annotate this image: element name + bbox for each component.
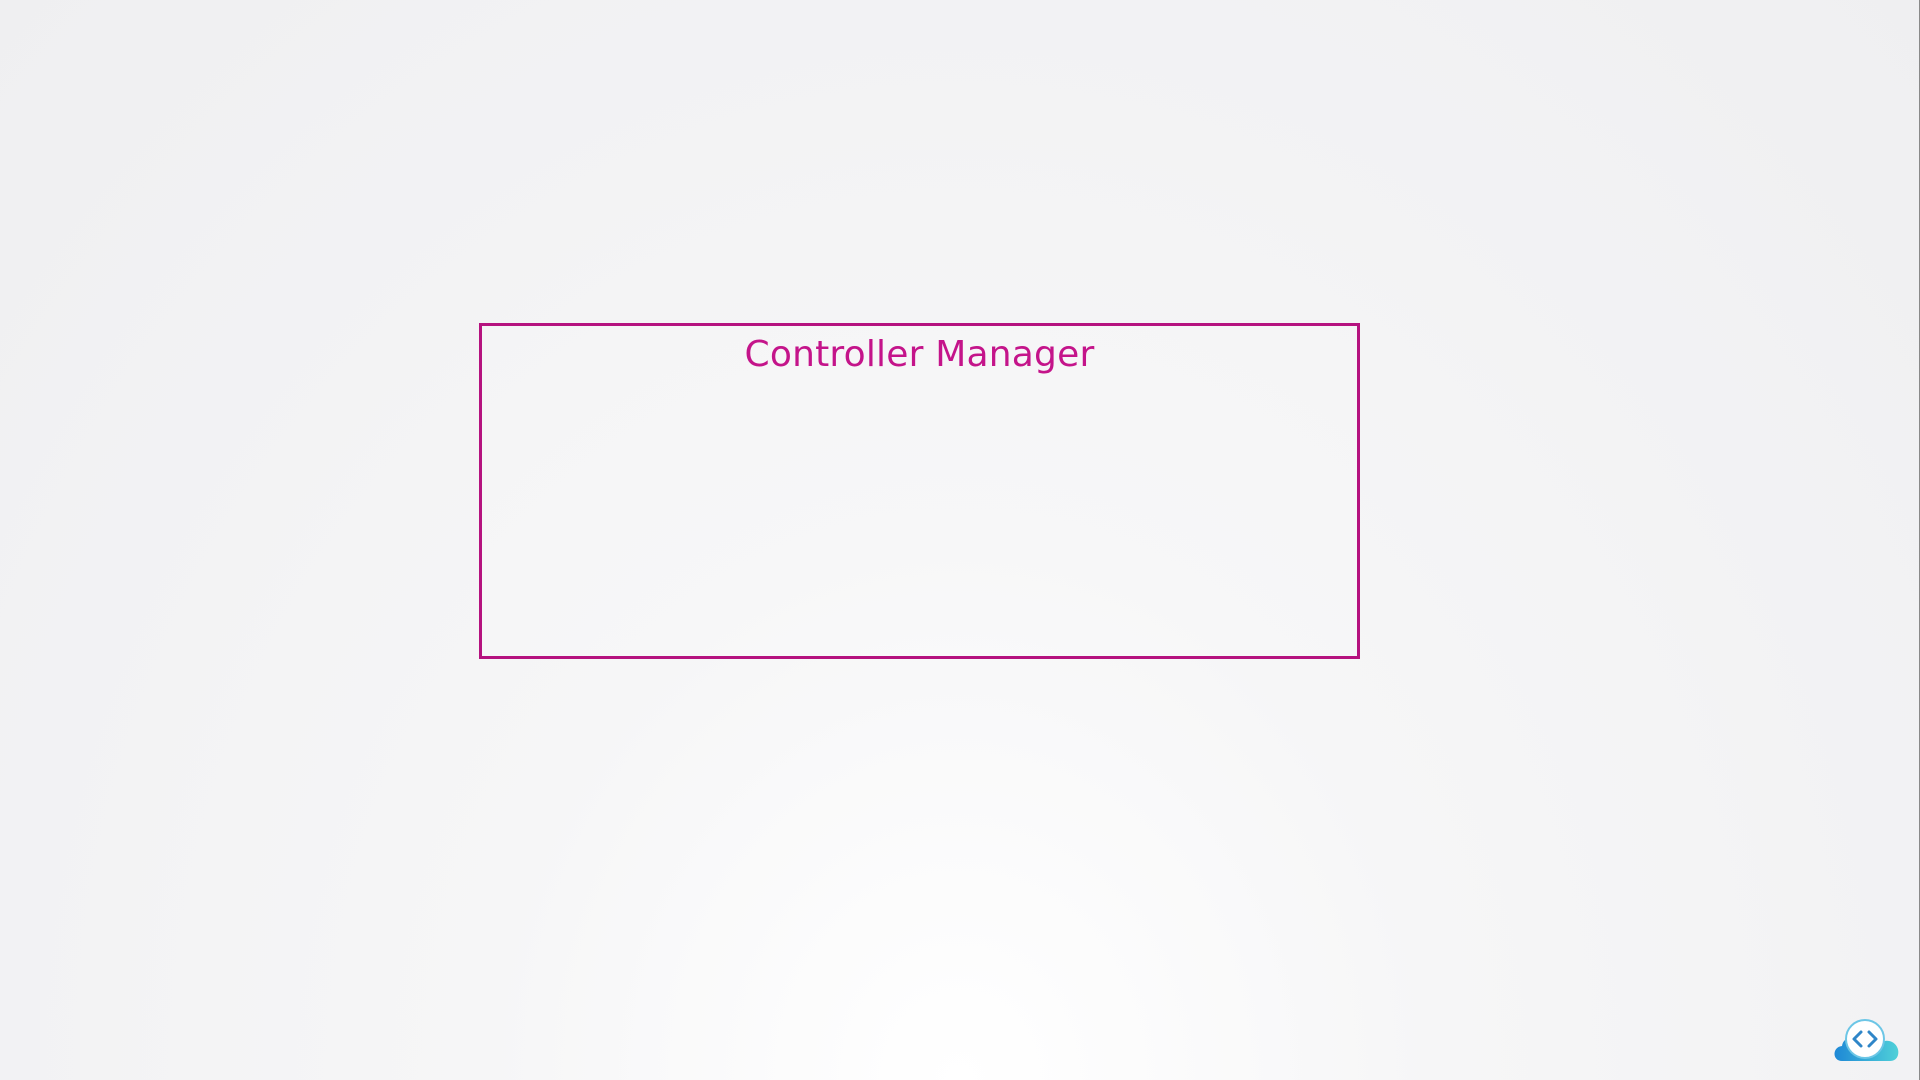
cloud-code-logo-icon: [1834, 1019, 1899, 1061]
slide-canvas: Controller Manager: [0, 0, 1920, 1080]
controller-manager-box: Controller Manager: [479, 323, 1360, 659]
controller-manager-title: Controller Manager: [744, 334, 1095, 375]
